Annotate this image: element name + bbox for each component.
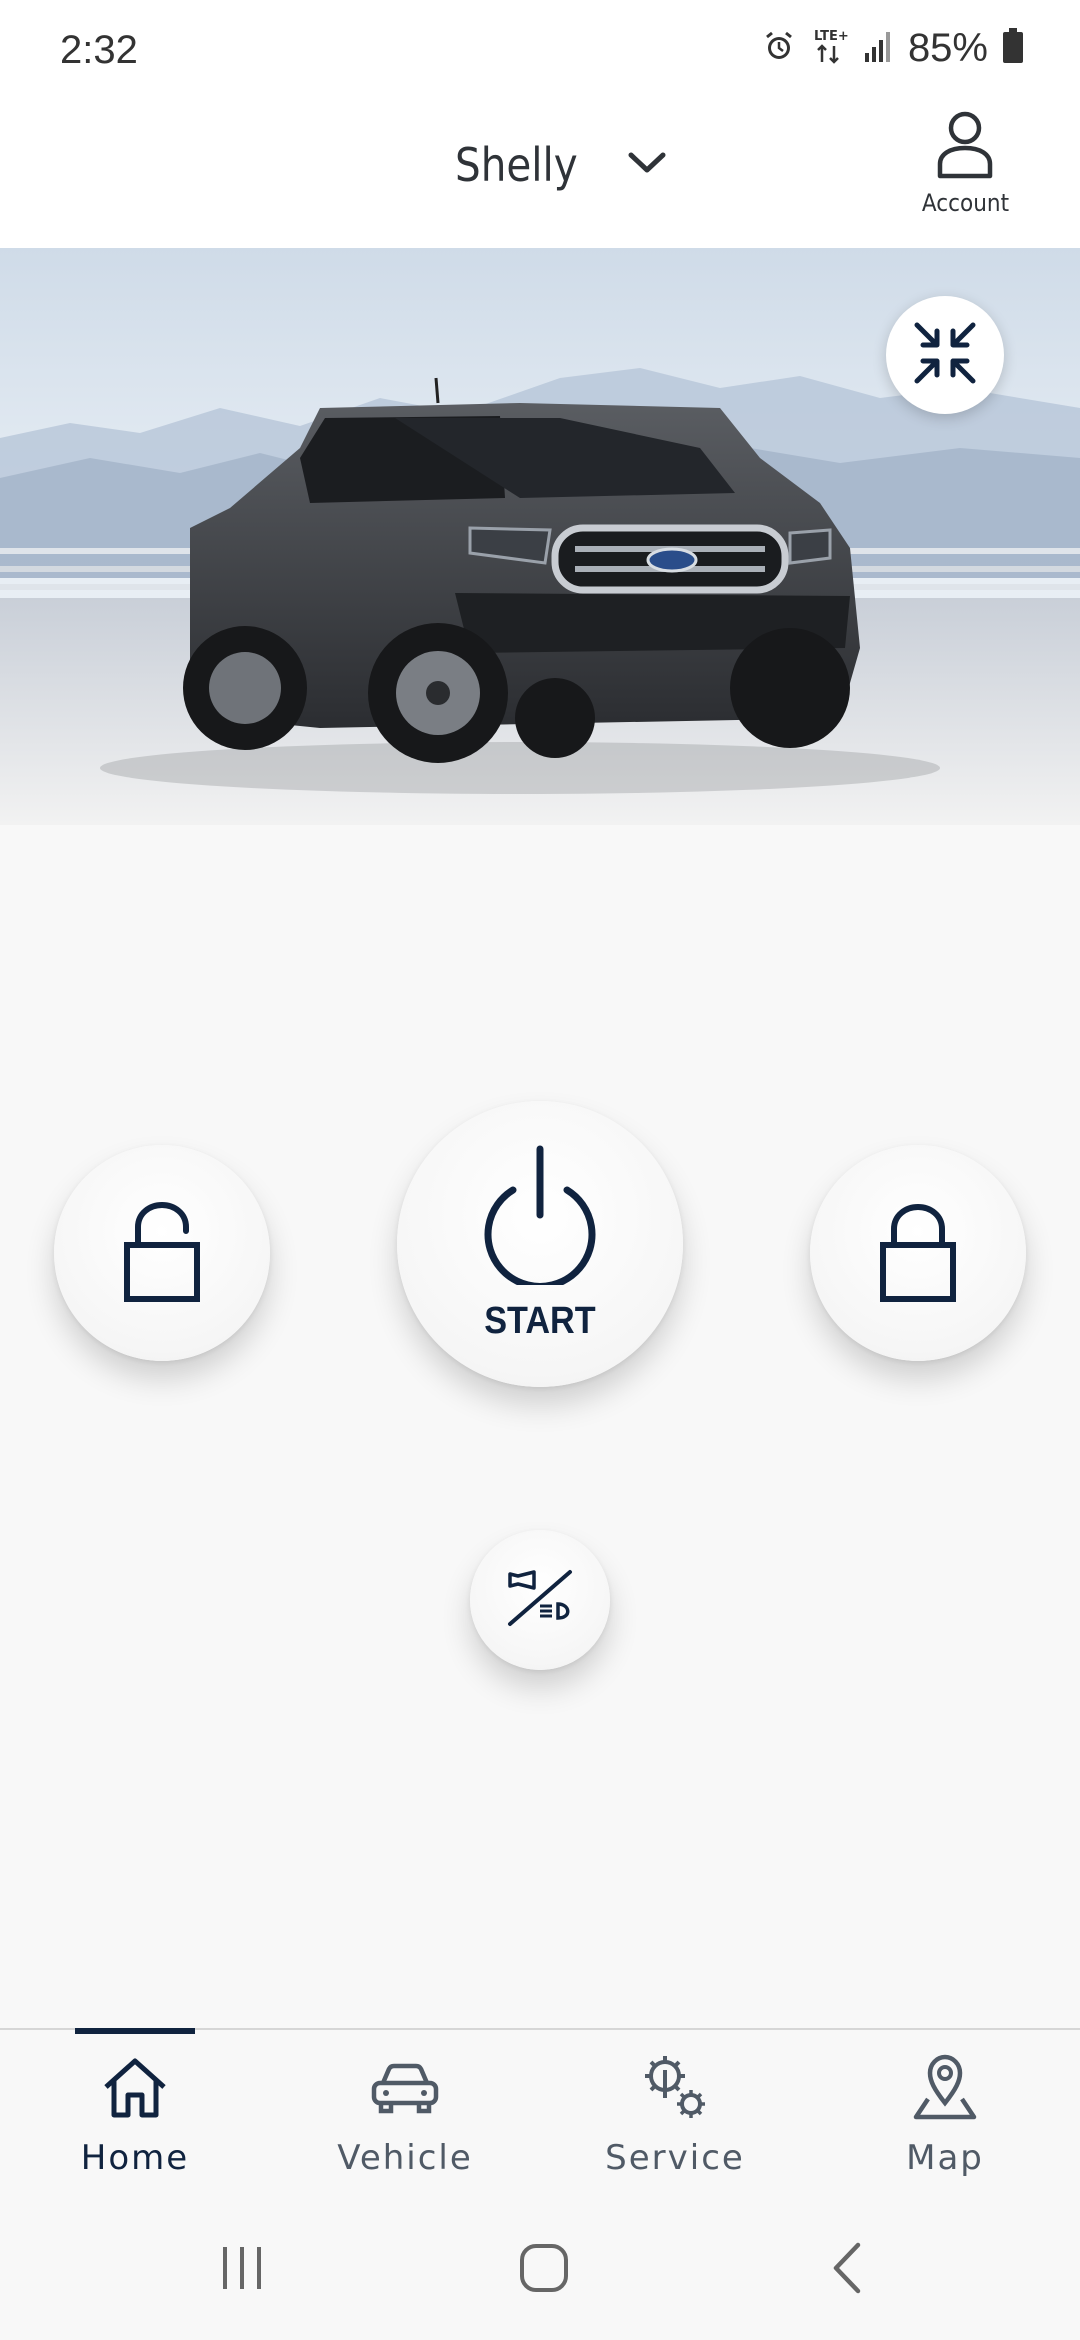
account-button[interactable]: Account [905, 110, 1025, 240]
remote-controls: START [0, 825, 1080, 2028]
battery-percentage: 85% [907, 26, 988, 70]
horn-lights-button[interactable] [470, 1530, 610, 1670]
status-time: 2:32 [60, 28, 138, 72]
nav-label-vehicle: Vehicle [337, 2138, 473, 2178]
nav-label-service: Service [605, 2138, 745, 2178]
service-gears-icon [639, 2052, 711, 2124]
nav-service[interactable]: Service [540, 2030, 810, 2200]
unlock-button[interactable] [54, 1145, 270, 1361]
start-button[interactable]: START [397, 1101, 683, 1387]
recent-apps-icon [217, 2243, 267, 2298]
map-pin-icon [910, 2052, 980, 2124]
vehicle-selector[interactable]: Shelly [455, 138, 666, 192]
back-icon [828, 2241, 868, 2300]
lte-icon: LTE+ [810, 26, 850, 71]
nav-map[interactable]: Map [810, 2030, 1080, 2200]
app-header: Shelly Account [0, 100, 1080, 248]
start-label: START [484, 1300, 596, 1342]
status-bar: 2:32 LTE+ 85% [0, 0, 1080, 100]
horn-lights-icon [504, 1566, 576, 1635]
alarm-icon [762, 29, 796, 68]
account-label: Account [921, 189, 1009, 217]
nav-label-home: Home [80, 2138, 190, 2178]
home-system-button[interactable] [499, 2230, 589, 2310]
lock-icon [878, 1199, 958, 1308]
back-button[interactable] [803, 2230, 893, 2310]
battery-icon [1002, 28, 1024, 69]
status-icons: LTE+ 85% [762, 26, 1024, 71]
home-circle-icon [518, 2242, 570, 2299]
vehicle-name: Shelly [455, 138, 578, 192]
power-icon [475, 1145, 605, 1290]
bottom-navigation: Home Vehicle Service Map [0, 2028, 1080, 2200]
home-icon [100, 2052, 170, 2124]
nav-vehicle[interactable]: Vehicle [270, 2030, 540, 2200]
system-navigation-bar [0, 2200, 1080, 2340]
car-icon [369, 2052, 441, 2124]
signal-icon [864, 29, 894, 68]
nav-home[interactable]: Home [0, 2030, 270, 2200]
nav-label-map: Map [906, 2138, 984, 2178]
account-icon [936, 110, 994, 185]
collapse-arrows-icon [903, 311, 987, 400]
collapse-view-button[interactable] [886, 296, 1004, 414]
unlock-icon [122, 1199, 202, 1308]
svg-text:LTE+: LTE+ [814, 29, 849, 44]
lock-button[interactable] [810, 1145, 1026, 1361]
chevron-down-icon [628, 151, 666, 180]
recent-apps-button[interactable] [197, 2230, 287, 2310]
